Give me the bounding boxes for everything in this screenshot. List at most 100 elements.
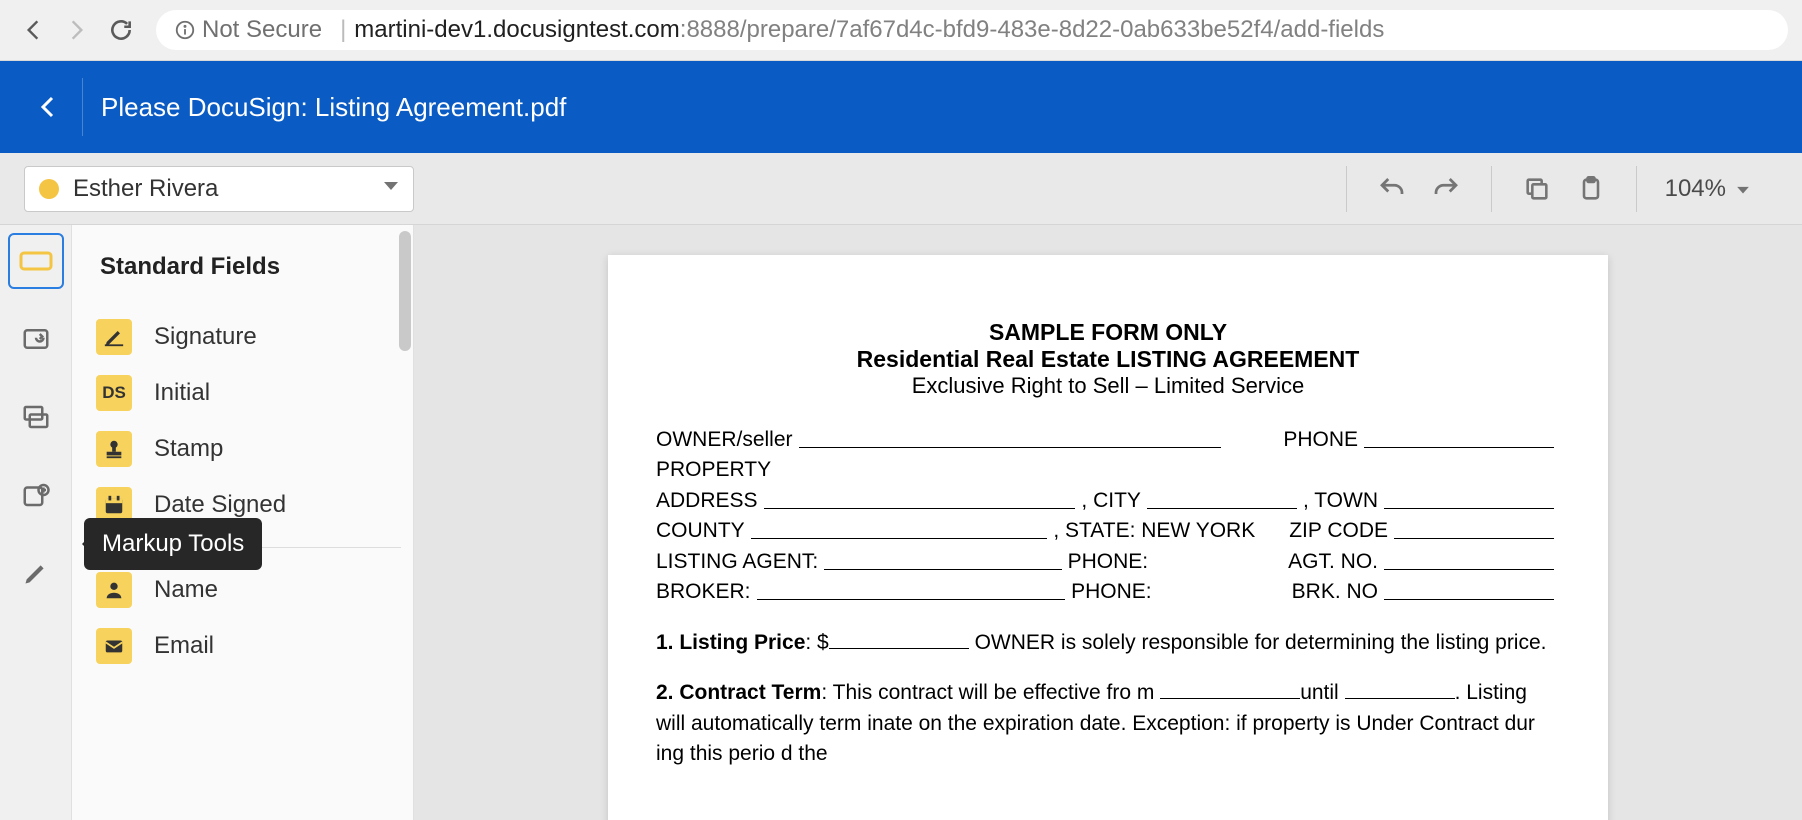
doc-heading-3: Exclusive Right to Sell – Limited Servic… [656,373,1560,399]
label-city: , CITY [1081,486,1141,516]
form-row: PROPERTY [656,455,1560,485]
signature-icon [96,319,132,355]
browser-url-bar[interactable]: Not Secure | martini-dev1.docusigntest.c… [156,10,1788,50]
browser-chrome: Not Secure | martini-dev1.docusigntest.c… [0,0,1802,61]
copy-button[interactable] [1520,172,1554,206]
label-zip: ZIP CODE [1289,516,1388,546]
chevron-down-icon [383,180,399,198]
doc-heading-1: SAMPLE FORM ONLY [656,319,1560,346]
main-area: Markup Tools Standard Fields Signature D… [0,225,1802,820]
redo-button[interactable] [1429,172,1463,206]
para2-lead: 2. Contract Term [656,681,821,704]
tooltip-markup-tools: Markup Tools [84,518,262,570]
tab-standard-fields[interactable] [8,233,64,289]
paragraph-2: 2. Contract Term: This contract will be … [656,678,1560,769]
blank-line [829,628,969,649]
label-phone2b: PHONE: [1071,577,1152,607]
form-row: LISTING AGENT: PHONE: AGT. NO. [656,547,1560,577]
label-broker: BROKER: [656,577,751,607]
undo-button[interactable] [1375,172,1409,206]
blank-line [1160,678,1300,699]
label-address: ADDRESS [656,486,758,516]
not-secure-label: Not Secure [202,16,322,44]
info-icon [174,19,196,41]
form-row: ADDRESS , CITY , TOWN [656,486,1560,516]
field-email[interactable]: Email [96,618,401,674]
recipient-name: Esther Rivera [73,175,383,203]
tab-custom-fields[interactable] [8,311,64,367]
blank-line [824,547,1061,570]
para1-rest: : $ [805,631,828,654]
field-stamp[interactable]: Stamp [96,421,401,477]
app-title-bar: Please DocuSign: Listing Agreement.pdf [0,61,1802,153]
paragraph-1: 1. Listing Price: $ OWNER is solely resp… [656,628,1560,658]
field-label: Email [154,632,214,660]
label-county: COUNTY [656,516,745,546]
label-owner: OWNER/seller [656,425,793,455]
document-viewport[interactable]: SAMPLE FORM ONLY Residential Real Estate… [414,225,1802,820]
blank-line [1147,486,1297,509]
label-town: , TOWN [1303,486,1378,516]
label-state: , STATE: NEW YORK [1053,516,1255,546]
url-host: martini-dev1.docusigntest.com [354,16,679,44]
field-label: Date Signed [154,491,286,519]
para2-until: until [1300,681,1339,704]
blank-line [764,486,1076,509]
browser-forward-button[interactable] [58,11,96,49]
blank-line [1384,577,1554,600]
browser-reload-button[interactable] [102,11,140,49]
blank-line [799,425,1222,448]
field-label: Stamp [154,435,223,463]
document-page[interactable]: SAMPLE FORM ONLY Residential Real Estate… [608,255,1608,820]
blank-line [1345,678,1455,699]
field-name[interactable]: Name [96,562,401,618]
zoom-value: 104% [1665,175,1726,203]
label-brk-no: BRK. NO [1292,577,1378,607]
url-path: :8888/prepare/7af67d4c-bfd9-483e-8d22-0a… [680,16,1385,44]
email-icon [96,628,132,664]
browser-back-button[interactable] [14,11,52,49]
blank-line [1384,486,1554,509]
para2-a: : This contract will be effective fro m [821,681,1154,704]
document-header: SAMPLE FORM ONLY Residential Real Estate… [656,319,1560,399]
left-tab-strip [0,225,72,820]
field-initial[interactable]: DS Initial [96,365,401,421]
tab-markup-tools[interactable] [8,545,64,601]
form-row: BROKER: PHONE: BRK. NO [656,577,1560,607]
para1-tail: OWNER is solely responsible for determin… [975,631,1547,654]
field-label: Initial [154,379,210,407]
label-phone: PHONE [1283,425,1358,455]
person-icon [96,572,132,608]
form-grid: OWNER/seller PHONE PROPERTY ADDRESS , CI… [656,425,1560,608]
editor-toolbar: Esther Rivera 104% [0,153,1802,225]
field-signature[interactable]: Signature [96,309,401,365]
app-back-button[interactable] [20,79,76,135]
document-title: Please DocuSign: Listing Agreement.pdf [101,92,566,123]
app-bar-divider [82,78,83,136]
label-property: PROPERTY [656,455,771,485]
para1-lead: 1. Listing Price [656,631,805,654]
field-label: Signature [154,323,257,351]
panel-scrollbar[interactable] [399,231,411,351]
zoom-selector[interactable]: 104% [1665,175,1750,203]
initial-icon: DS [96,375,132,411]
paste-button[interactable] [1574,172,1608,206]
stamp-icon [96,431,132,467]
tab-prefill-tools[interactable] [8,389,64,445]
blank-line [751,516,1048,539]
label-phone2: PHONE: [1068,547,1149,577]
blank-line [757,577,1066,600]
blank-line [1364,425,1554,448]
label-listing-agent: LISTING AGENT: [656,547,818,577]
form-row: OWNER/seller PHONE [656,425,1560,455]
chevron-down-icon [1736,175,1750,203]
doc-heading-2: Residential Real Estate LISTING AGREEMEN… [656,346,1560,373]
tab-template-fields[interactable] [8,467,64,523]
url-separator: | [340,16,346,44]
recipient-selector[interactable]: Esther Rivera [24,166,414,212]
blank-line [1384,547,1554,570]
recipient-color-dot [39,179,59,199]
not-secure-indicator: Not Secure [174,16,322,44]
blank-line [1394,516,1554,539]
field-label: Name [154,576,218,604]
